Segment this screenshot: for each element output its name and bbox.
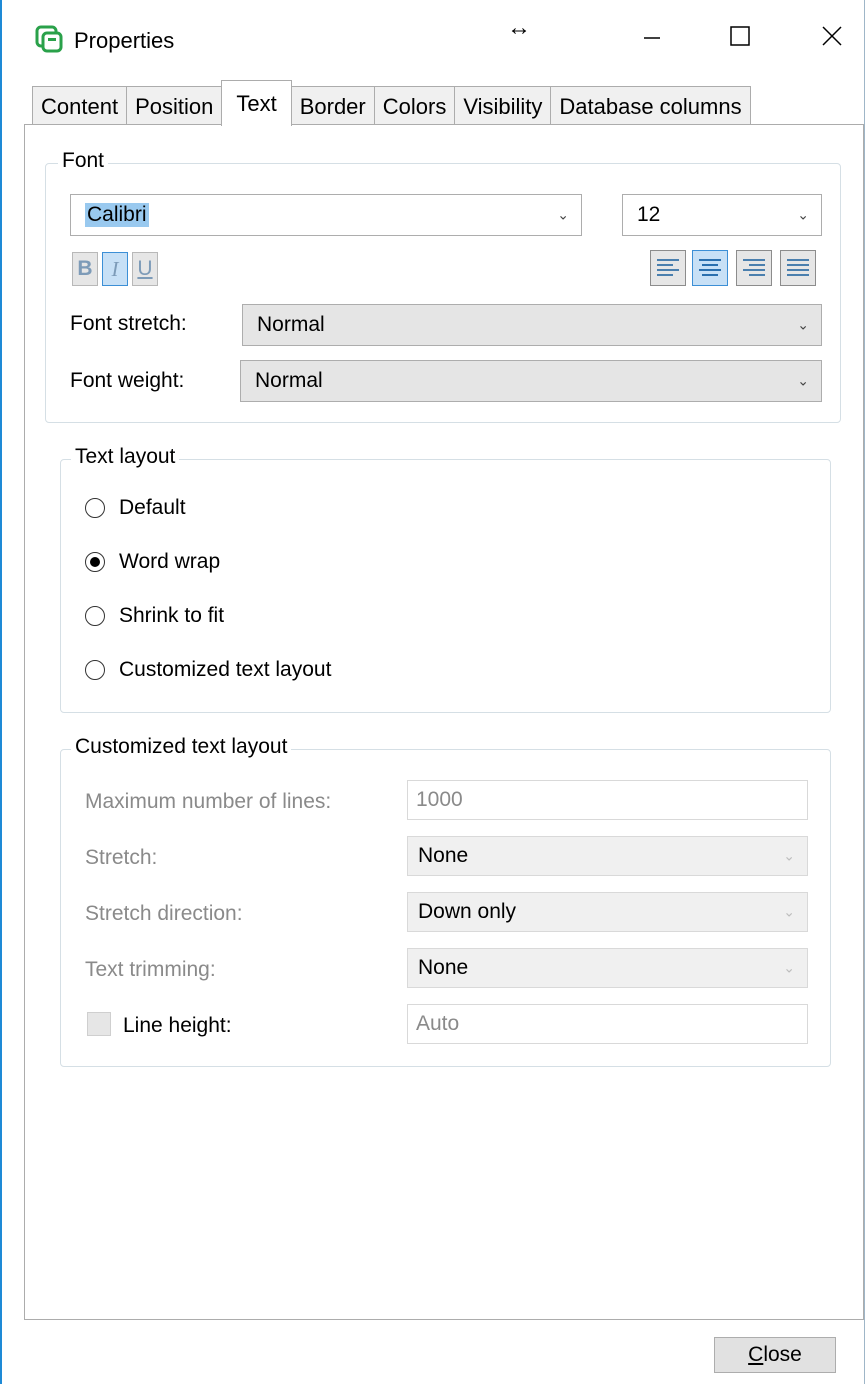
radio-customized-layout[interactable]: Customized text layout <box>85 658 331 682</box>
maximize-button[interactable] <box>710 18 770 54</box>
font-stretch-label: Font stretch: <box>70 312 187 335</box>
font-family-combo[interactable]: Calibri ⌄ <box>70 194 582 236</box>
app-logo-icon <box>34 24 64 54</box>
customized-layout-group: Customized text layout Maximum number of… <box>60 735 831 1067</box>
customized-layout-legend: Customized text layout <box>71 735 292 759</box>
tab-strip: Content Position Text Border Colors Visi… <box>32 80 751 126</box>
radio-word-wrap[interactable]: Word wrap <box>85 550 220 574</box>
align-center-icon <box>699 259 721 276</box>
minimize-button[interactable] <box>622 18 682 54</box>
maximize-icon <box>730 26 750 46</box>
bold-button[interactable]: B <box>72 252 98 286</box>
font-weight-label: Font weight: <box>70 369 185 392</box>
radio-shrink-to-fit[interactable]: Shrink to fit <box>85 604 224 628</box>
radio-button[interactable] <box>85 606 105 626</box>
stretch-direction-label: Stretch direction: <box>85 902 243 925</box>
max-lines-label: Maximum number of lines: <box>85 790 332 813</box>
tab-position[interactable]: Position <box>126 86 223 126</box>
line-height-label: Line height: <box>123 1014 232 1037</box>
stretch-label: Stretch: <box>85 846 158 869</box>
tab-colors[interactable]: Colors <box>373 86 456 126</box>
text-tab-panel: Font Calibri ⌄ 12 ⌄ B I U Font stretch: … <box>24 124 864 1320</box>
title-bar[interactable]: Properties ↔ <box>2 0 864 80</box>
italic-button[interactable]: I <box>102 252 128 286</box>
chevron-down-icon: ⌄ <box>797 206 809 223</box>
align-center-button[interactable] <box>692 250 728 286</box>
radio-label: Default <box>119 496 186 519</box>
close-window-button[interactable] <box>802 18 862 54</box>
align-justify-icon <box>787 259 809 276</box>
radio-button[interactable] <box>85 498 105 518</box>
tab-content[interactable]: Content <box>32 86 128 126</box>
chevron-down-icon: ⌄ <box>783 847 795 864</box>
radio-label: Word wrap <box>119 550 221 573</box>
font-group: Font Calibri ⌄ 12 ⌄ B I U Font stretch: … <box>45 149 841 423</box>
resize-horizontal-icon: ↔ <box>507 14 531 41</box>
font-weight-combo[interactable]: Normal ⌄ <box>240 360 822 402</box>
align-right-icon <box>743 259 765 276</box>
radio-label: Shrink to fit <box>119 604 225 627</box>
font-size-value: 12 <box>637 203 661 226</box>
chevron-down-icon: ⌄ <box>783 959 795 976</box>
text-layout-legend: Text layout <box>71 445 180 469</box>
text-layout-group: Text layout Default Word wrap Shrink to … <box>60 445 831 713</box>
align-left-button[interactable] <box>650 250 686 286</box>
radio-button[interactable] <box>85 660 105 680</box>
radio-default[interactable]: Default <box>85 496 186 520</box>
text-trimming-value: None <box>418 956 469 979</box>
align-justify-button[interactable] <box>780 250 816 286</box>
tab-border[interactable]: Border <box>290 86 375 126</box>
tab-database-columns[interactable]: Database columns <box>550 86 751 126</box>
tab-text[interactable]: Text <box>221 80 292 126</box>
line-height-checkbox[interactable] <box>87 1012 111 1036</box>
stretch-direction-combo[interactable]: Down only ⌄ <box>407 892 808 932</box>
text-trimming-label: Text trimming: <box>85 958 216 981</box>
text-trimming-combo[interactable]: None ⌄ <box>407 948 808 988</box>
font-stretch-combo[interactable]: Normal ⌄ <box>242 304 822 346</box>
chevron-down-icon: ⌄ <box>797 316 809 333</box>
font-stretch-value: Normal <box>257 313 325 336</box>
close-label-rest: lose <box>763 1343 802 1366</box>
chevron-down-icon: ⌄ <box>783 903 795 920</box>
font-family-value: Calibri <box>85 203 149 227</box>
font-group-legend: Font <box>58 149 109 173</box>
window-title: Properties <box>74 28 175 53</box>
radio-dot <box>90 557 100 567</box>
chevron-down-icon: ⌄ <box>557 206 569 223</box>
stretch-combo[interactable]: None ⌄ <box>407 836 808 876</box>
chevron-down-icon: ⌄ <box>797 372 809 389</box>
close-accelerator: C <box>748 1343 764 1366</box>
align-left-icon <box>657 259 679 276</box>
max-lines-input[interactable]: 1000 <box>407 780 808 820</box>
line-height-input[interactable]: Auto <box>407 1004 808 1044</box>
radio-label: Customized text layout <box>119 658 332 681</box>
font-size-combo[interactable]: 12 ⌄ <box>622 194 822 236</box>
radio-button-checked[interactable] <box>85 552 105 572</box>
stretch-value: None <box>418 844 469 867</box>
stretch-direction-value: Down only <box>418 900 517 923</box>
underline-button[interactable]: U <box>132 252 158 286</box>
properties-window: Properties ↔ Content Position Text Borde… <box>0 0 865 1384</box>
minimize-icon <box>644 37 660 39</box>
close-icon <box>822 26 842 46</box>
close-button[interactable]: Close <box>714 1337 836 1373</box>
font-weight-value: Normal <box>255 369 323 392</box>
align-right-button[interactable] <box>736 250 772 286</box>
tab-visibility[interactable]: Visibility <box>454 86 552 126</box>
